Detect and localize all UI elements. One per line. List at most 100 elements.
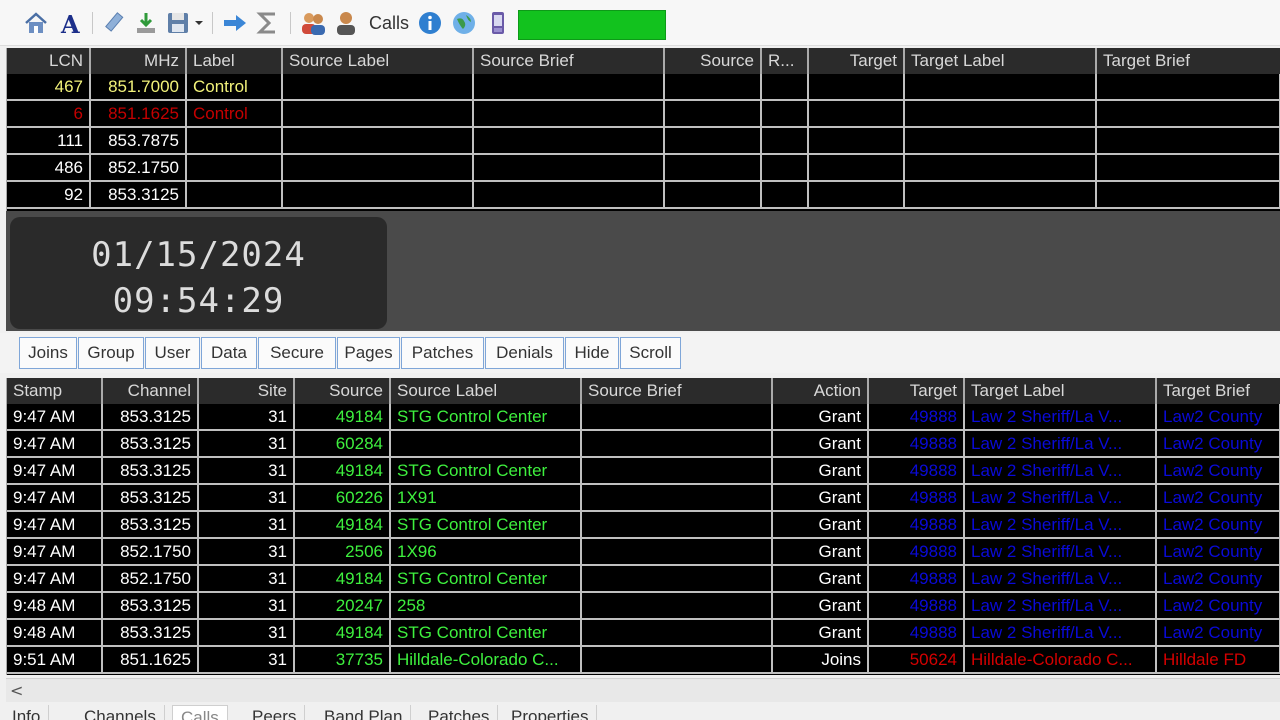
column-header-target-brief[interactable]: Target Brief (1097, 48, 1280, 74)
column-header-r[interactable]: R... (762, 48, 809, 74)
cell-mhz: 851.1625 (91, 101, 187, 128)
edit-icon[interactable] (100, 8, 128, 38)
column-header-stamp[interactable]: Stamp (7, 378, 103, 404)
cell-action: Joins (773, 647, 869, 674)
cell-action: Grant (773, 593, 869, 620)
tab-band-plan[interactable]: Band Plan (316, 705, 412, 720)
tab-peers[interactable]: Peers (244, 705, 306, 720)
call-row[interactable]: 9:47 AM 852.1750 31 2506 1X96 Grant 49888 Law 2… (7, 539, 1280, 566)
cell-target (809, 182, 905, 209)
cell-site: 31 (199, 647, 295, 674)
phone-icon[interactable] (484, 8, 512, 38)
horizontal-scrollbar[interactable]: < (6, 678, 1280, 702)
cell-stamp: 9:48 AM (7, 620, 103, 647)
filter-data-button[interactable]: Data (201, 337, 257, 369)
tab-properties[interactable]: Properties (503, 705, 598, 720)
channel-row[interactable]: 467 851.7000 Control (7, 74, 1280, 101)
cell-site: 31 (199, 485, 295, 512)
cell-target-brief: Law2 County (1157, 512, 1280, 539)
column-header-source-label[interactable]: Source Label (283, 48, 474, 74)
cell-stamp: 9:48 AM (7, 593, 103, 620)
column-header-source-label[interactable]: Source Label (391, 378, 582, 404)
tab-info[interactable]: Info (4, 705, 50, 720)
call-row[interactable]: 9:51 AM 851.1625 31 37735 Hilldale-Colorado … (7, 647, 1280, 674)
calls-header: Stamp Channel Site Source Source Label S… (7, 378, 1280, 404)
column-header-lcn[interactable]: LCN (7, 48, 91, 74)
cell-source-label: STG Control Center (391, 404, 582, 431)
column-header-target[interactable]: Target (869, 378, 965, 404)
filter-group-button[interactable]: Group (78, 337, 144, 369)
cell-source-label (283, 74, 474, 101)
home-icon[interactable] (22, 8, 50, 38)
cell-label: Control (187, 74, 283, 101)
filter-hide-button[interactable]: Hide (565, 337, 619, 369)
cell-site: 31 (199, 512, 295, 539)
call-row[interactable]: 9:47 AM 853.3125 31 49184 STG Control Center… (7, 512, 1280, 539)
call-row[interactable]: 9:47 AM 853.3125 31 49184 STG Control Center… (7, 404, 1280, 431)
column-header-target[interactable]: Target (809, 48, 905, 74)
cell-target: 50624 (869, 647, 965, 674)
column-header-source[interactable]: Source (295, 378, 391, 404)
cell-r (762, 155, 809, 182)
column-header-mhz[interactable]: MHz (91, 48, 187, 74)
call-row[interactable]: 9:47 AM 853.3125 31 60284 Grant 49888 Law 2 Sh… (7, 431, 1280, 458)
cell-target-brief: Hilldale FD (1157, 647, 1280, 674)
filter-patches-button[interactable]: Patches (401, 337, 484, 369)
column-header-label[interactable]: Label (187, 48, 283, 74)
cell-target-brief (1097, 74, 1280, 101)
filter-pages-button[interactable]: Pages (337, 337, 400, 369)
cell-r (762, 182, 809, 209)
channel-row[interactable]: 111 853.7875 (7, 128, 1280, 155)
filter-denials-button[interactable]: Denials (485, 337, 564, 369)
toolbar-separator (212, 12, 213, 34)
cell-source-brief (582, 620, 773, 647)
column-header-site[interactable]: Site (199, 378, 295, 404)
filter-scroll-button[interactable]: Scroll (620, 337, 681, 369)
filter-bar: Joins Group User Data Secure Pages Patch… (0, 333, 1280, 373)
column-header-source-brief[interactable]: Source Brief (582, 378, 773, 404)
toolbar-separator (92, 12, 93, 34)
save-icon[interactable] (164, 8, 192, 38)
column-header-target-label[interactable]: Target Label (905, 48, 1097, 74)
call-row[interactable]: 9:47 AM 853.3125 31 49184 STG Control Center… (7, 458, 1280, 485)
cell-source-brief (474, 74, 665, 101)
cell-source-brief (582, 593, 773, 620)
column-header-channel[interactable]: Channel (103, 378, 199, 404)
column-header-source[interactable]: Source (665, 48, 762, 74)
cell-target (809, 128, 905, 155)
cell-action: Grant (773, 566, 869, 593)
channel-row[interactable]: 6 851.1625 Control (7, 101, 1280, 128)
forward-icon[interactable] (220, 8, 250, 38)
users-icon[interactable] (298, 8, 328, 38)
calls-label[interactable]: Calls (366, 8, 412, 38)
call-row[interactable]: 9:48 AM 853.3125 31 49184 STG Control Center… (7, 620, 1280, 647)
cell-source: 37735 (295, 647, 391, 674)
call-row[interactable]: 9:47 AM 853.3125 31 60226 1X91 Grant 49888 Law … (7, 485, 1280, 512)
download-icon[interactable] (132, 8, 160, 38)
font-icon[interactable]: A (56, 8, 84, 38)
filter-user-button[interactable]: User (145, 337, 200, 369)
scroll-left-arrow[interactable]: < (10, 682, 26, 700)
user-icon[interactable] (332, 8, 360, 38)
sum-icon[interactable] (254, 8, 282, 38)
globe-icon[interactable] (450, 8, 478, 38)
column-header-source-brief[interactable]: Source Brief (474, 48, 665, 74)
tab-patches[interactable]: Patches (420, 705, 499, 720)
column-header-action[interactable]: Action (773, 378, 869, 404)
cell-target-label (905, 155, 1097, 182)
call-row[interactable]: 9:47 AM 852.1750 31 49184 STG Control Center… (7, 566, 1280, 593)
tab-calls[interactable]: Calls (172, 705, 228, 720)
channel-row[interactable]: 92 853.3125 (7, 182, 1280, 209)
chevron-down-icon[interactable] (193, 8, 205, 38)
filter-secure-button[interactable]: Secure (258, 337, 336, 369)
channel-row[interactable]: 486 852.1750 (7, 155, 1280, 182)
cell-label (187, 155, 283, 182)
info-icon[interactable] (416, 8, 444, 38)
cell-r (762, 128, 809, 155)
filter-joins-button[interactable]: Joins (19, 337, 77, 369)
tab-channels[interactable]: Channels (76, 705, 165, 720)
column-header-target-label[interactable]: Target Label (965, 378, 1157, 404)
call-row[interactable]: 9:48 AM 853.3125 31 20247 258 Grant 49888 Law 2… (7, 593, 1280, 620)
column-header-target-brief[interactable]: Target Brief (1157, 378, 1280, 404)
cell-source: 60284 (295, 431, 391, 458)
